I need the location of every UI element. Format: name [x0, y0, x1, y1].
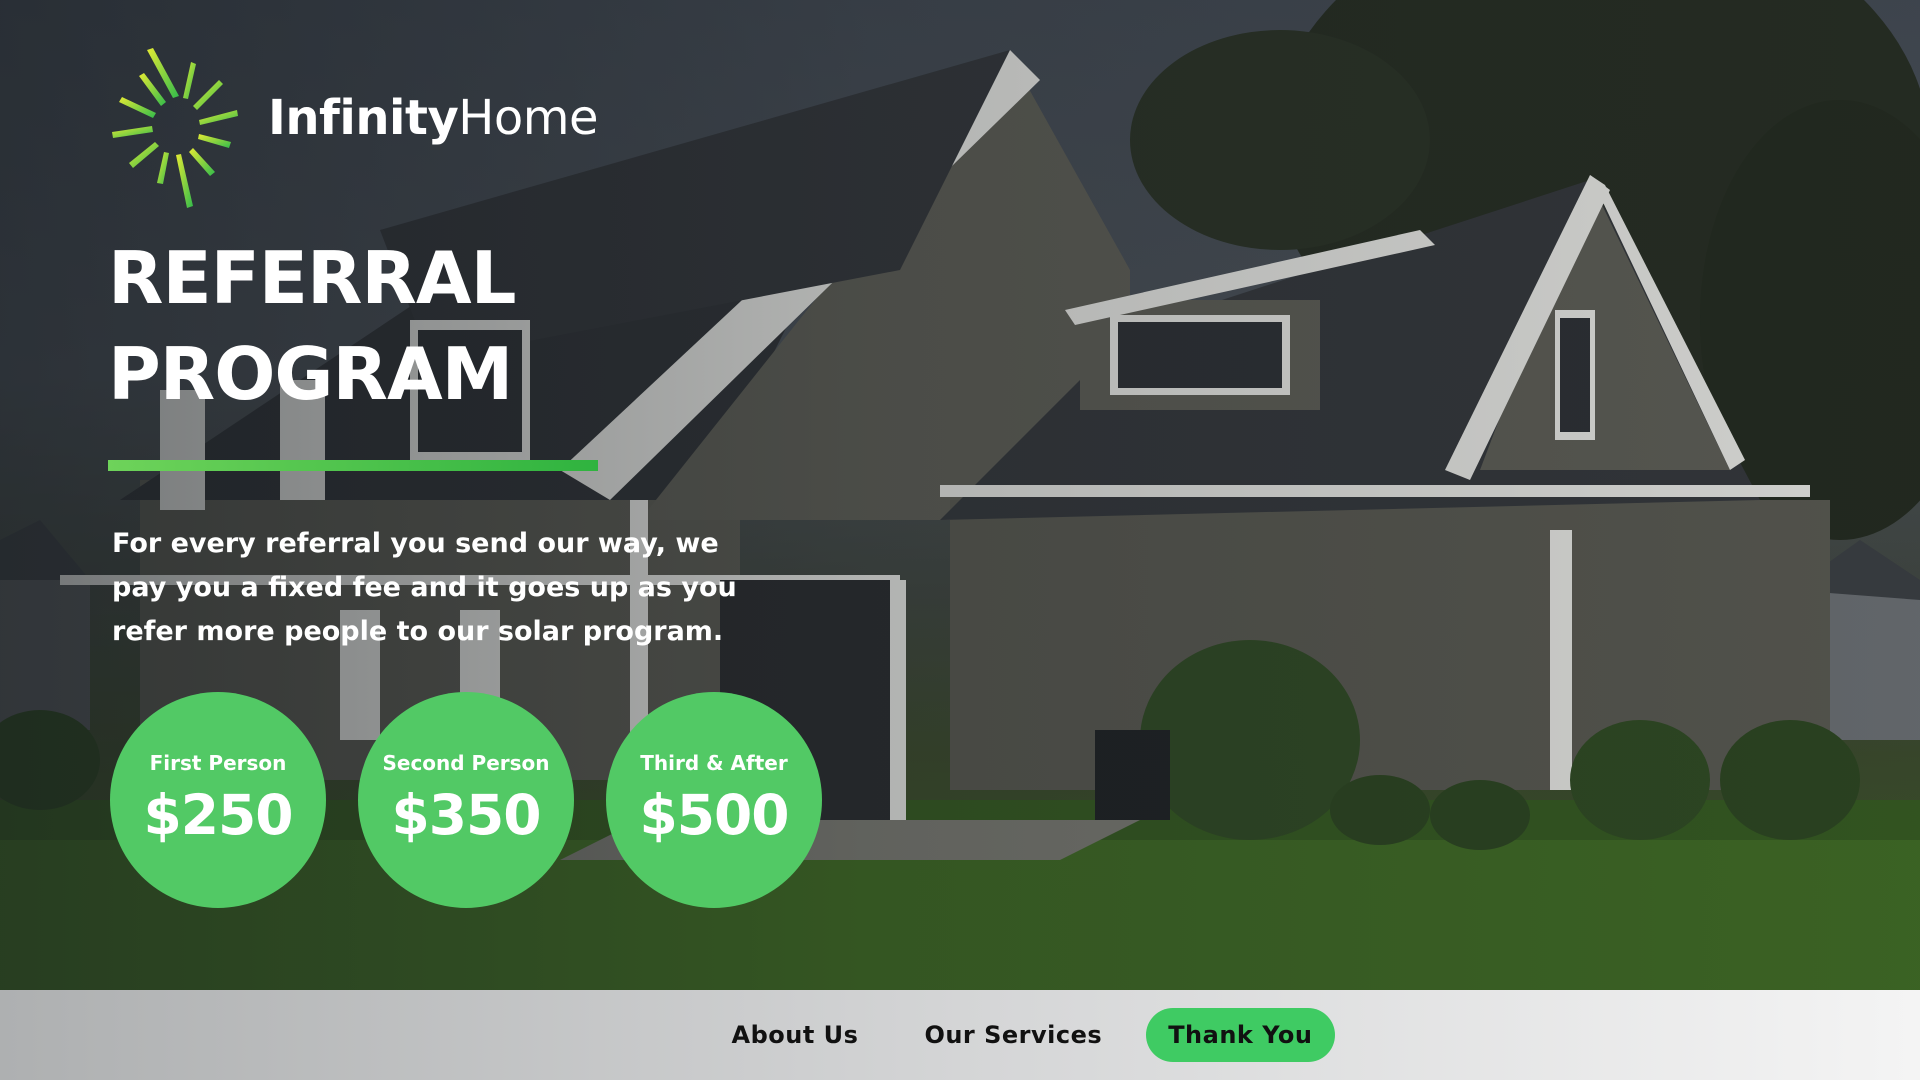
nav-about-us[interactable]: About Us: [710, 1008, 881, 1062]
brand-logo[interactable]: InfinityHome: [106, 48, 598, 208]
title-underline: [108, 460, 598, 471]
program-description: For every referral you send our way, we …: [112, 528, 737, 647]
brand-name: InfinityHome: [268, 90, 598, 146]
title-line-2: PROGRAM: [108, 332, 513, 416]
tier-first-person: First Person $250: [110, 692, 326, 908]
sunburst-icon: [112, 48, 238, 208]
tier-label: First Person: [149, 751, 287, 775]
tier-amount: $500: [639, 783, 789, 847]
nav-our-services[interactable]: Our Services: [902, 1008, 1124, 1062]
tier-third-and-after: Third & After $500: [606, 692, 822, 908]
nav-thank-you[interactable]: Thank You: [1146, 1008, 1335, 1062]
tier-label: Second Person: [382, 751, 550, 775]
page-title: REFERRAL PROGRAM: [108, 230, 708, 422]
brand-name-bold: Infinity: [268, 90, 459, 146]
tier-label: Third & After: [640, 751, 788, 775]
tier-amount: $350: [391, 783, 541, 847]
reward-tiers: First Person $250 Second Person $350 Thi…: [110, 692, 822, 908]
bottom-navigation: About Us Our Services Thank You: [0, 990, 1920, 1080]
tier-second-person: Second Person $350: [358, 692, 574, 908]
title-line-1: REFERRAL: [108, 236, 516, 320]
brand-name-light: Home: [458, 90, 598, 146]
tier-amount: $250: [143, 783, 293, 847]
